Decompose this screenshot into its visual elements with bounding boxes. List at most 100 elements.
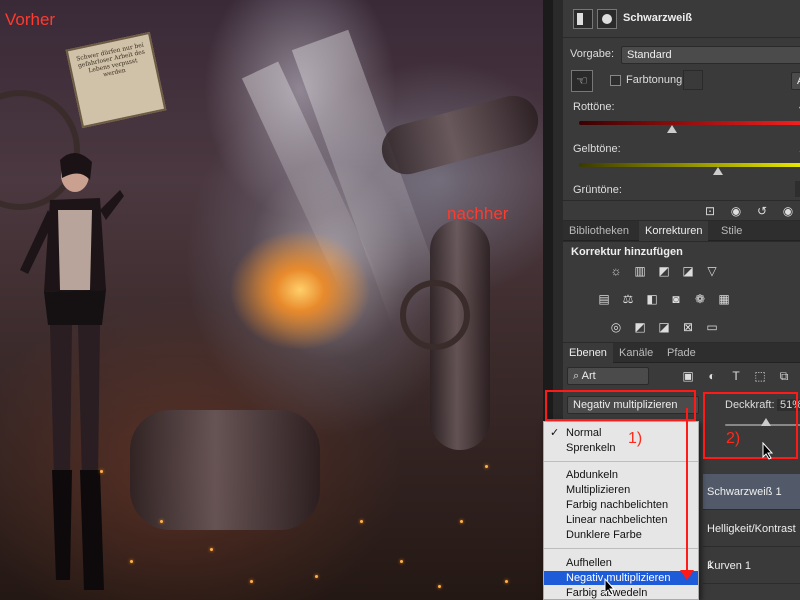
filter-image-icon[interactable]: ▣ [681,369,695,383]
menu-item-sprenkeln[interactable]: Sprenkeln [544,441,698,455]
targeted-adjustment-hand-icon[interactable]: ☜ [571,70,593,92]
menu-item-farbig-nachbelichten[interactable]: Farbig nachbelichten [544,498,698,512]
menu-item-abdunkeln[interactable]: Abdunkeln [544,468,698,482]
menu-separator [544,461,698,462]
menu-item-linear-nachbelichten[interactable]: Linear nachbelichten [544,513,698,527]
annotation-arrow [686,408,688,574]
tab-korrekturen[interactable]: Korrekturen [639,221,709,241]
slider-track-yellow[interactable] [579,163,800,167]
properties-title: Schwarzweiß [623,12,693,24]
layer-filter-dropdown[interactable]: ⌕ Art [567,367,649,385]
tab-ebenen[interactable]: Ebenen [563,343,613,363]
annotation-step-1: 1) [628,430,643,447]
properties-header: Schwarzweiß [563,0,800,38]
mask-icon[interactable] [597,9,617,29]
layers-tabstrip: Ebenen Kanäle Pfade [563,343,800,363]
after-label: nachher [447,204,509,223]
invert-icon[interactable]: ◎ [609,320,623,334]
spark [400,560,403,563]
filter-shape-icon[interactable]: ⬚ [753,369,767,383]
slider-track-red[interactable] [579,121,800,125]
annotation-box-opacity [703,392,798,459]
hsl-icon[interactable]: ▤ [597,292,611,306]
annotation-step-2: 2) [726,430,741,447]
filter-adjustment-icon[interactable]: ◐ [705,369,719,383]
spark [485,465,488,468]
filter-text-icon[interactable]: T [729,369,743,383]
tint-label: Farbtonung [626,74,683,86]
search-icon: ⌕ [573,370,580,382]
selective-color-icon[interactable]: ⊠ [681,320,695,334]
channel-mixer-icon[interactable]: ❁ [693,292,707,306]
slider-value-green[interactable] [795,181,800,197]
mouse-cursor-icon [762,442,774,460]
image-canvas[interactable]: Schwer dürfen nur bei gefahrloser Arbeit… [0,0,543,600]
pipe [376,90,543,180]
layer-row[interactable]: Schwarzweiß 1 [703,474,800,510]
menu-item-farbig-abwedeln[interactable]: Farbig abwedeln [544,586,698,600]
color-lookup-icon[interactable]: ▦ [717,292,731,306]
tab-stile[interactable]: Stile [715,221,748,241]
threshold-icon[interactable]: ◪ [657,320,671,334]
tint-checkbox[interactable] [610,75,621,86]
menu-item-dunklere-farbe[interactable]: Dunklere Farbe [544,528,698,542]
spark [100,470,103,473]
levels-icon[interactable]: ▥ [633,264,647,278]
spark [315,575,318,578]
blend-mode-menu[interactable]: ✓ Normal Sprenkeln Abdunkeln Multiplizier… [543,421,699,600]
properties-panel: Schwarzweiß Vorgabe: Standard ☜ Farbtonu… [563,0,800,220]
curves-icon[interactable]: ◩ [657,264,671,278]
spark [360,520,363,523]
spark [130,560,133,563]
auto-button[interactable]: A [791,72,800,90]
preset-dropdown[interactable]: Standard [621,46,800,64]
corrections-title: Korrektur hinzufügen [571,246,683,258]
tab-bibliotheken[interactable]: Bibliotheken [563,221,635,241]
layer-row[interactable]: Helligkeit/Kontrast 1 [703,511,800,571]
clip-to-layer-icon[interactable]: ⊡ [703,204,717,218]
slider-label-green: Grüntöne: [573,184,622,196]
gradient-map-icon[interactable]: ▭ [705,320,719,334]
view-previous-icon[interactable]: ◉ [729,204,743,218]
layer-name: Kurven 1 [707,560,752,572]
reset-icon[interactable]: ↺ [755,204,769,218]
vibrance-icon[interactable]: ▽ [705,264,719,278]
slider-thumb-red[interactable] [666,125,677,133]
spark [210,548,213,551]
menu-item-aufhellen[interactable]: Aufhellen [544,556,698,570]
menu-item-multiplizieren[interactable]: Multiplizieren [544,483,698,497]
adjustment-layer-icon[interactable] [573,9,593,29]
black-white-icon[interactable]: ◧ [645,292,659,306]
visibility-eye-icon[interactable]: ◉ [781,204,795,218]
warning-sign: Schwer dürfen nur bei gefahrloser Arbeit… [65,31,167,129]
checkmark-icon: ✓ [550,427,560,439]
slider-label-yellow: Gelbtöne: [573,143,621,155]
exposure-icon[interactable]: ◪ [681,264,695,278]
slider-thumb-yellow[interactable] [713,167,724,175]
pipe [130,410,320,530]
tab-kanaele[interactable]: Kanäle [613,343,659,363]
layer-row[interactable]: Kurven 1 [703,548,800,584]
machine-wheel [400,280,470,350]
woman-figure [20,152,124,590]
slider-label-red: Rottöne: [573,101,615,113]
posterize-icon[interactable]: ◩ [633,320,647,334]
mid-tabstrip: Bibliotheken Korrekturen Stile [563,221,800,241]
preset-label: Vorgabe: [570,48,615,60]
properties-footer: ⊡ ◉ ↺ ◉ [563,200,800,220]
spark [160,520,163,523]
brightness-icon[interactable]: ☼ [609,264,623,278]
menu-item-negativ-multiplizieren[interactable]: Negativ multiplizieren [544,571,698,585]
tab-pfade[interactable]: Pfade [661,343,702,363]
menu-item-normal[interactable]: ✓ Normal [544,426,698,440]
spark [438,585,441,588]
annotation-box-blend-mode [545,390,696,421]
corrections-panel: Korrektur hinzufügen ☼ ▥ ◩ ◪ ▽ ▤ ⚖ ◧ ◙ ❁… [563,242,800,342]
photo-filter-icon[interactable]: ◙ [669,292,683,306]
layer-filter-value: Art [581,370,596,382]
layer-name: Schwarzweiß 1 [707,486,782,498]
filter-smart-object-icon[interactable]: ⧉ [777,369,791,383]
tint-color-swatch[interactable] [683,70,703,90]
color-balance-icon[interactable]: ⚖ [621,292,635,306]
spark [505,580,508,583]
